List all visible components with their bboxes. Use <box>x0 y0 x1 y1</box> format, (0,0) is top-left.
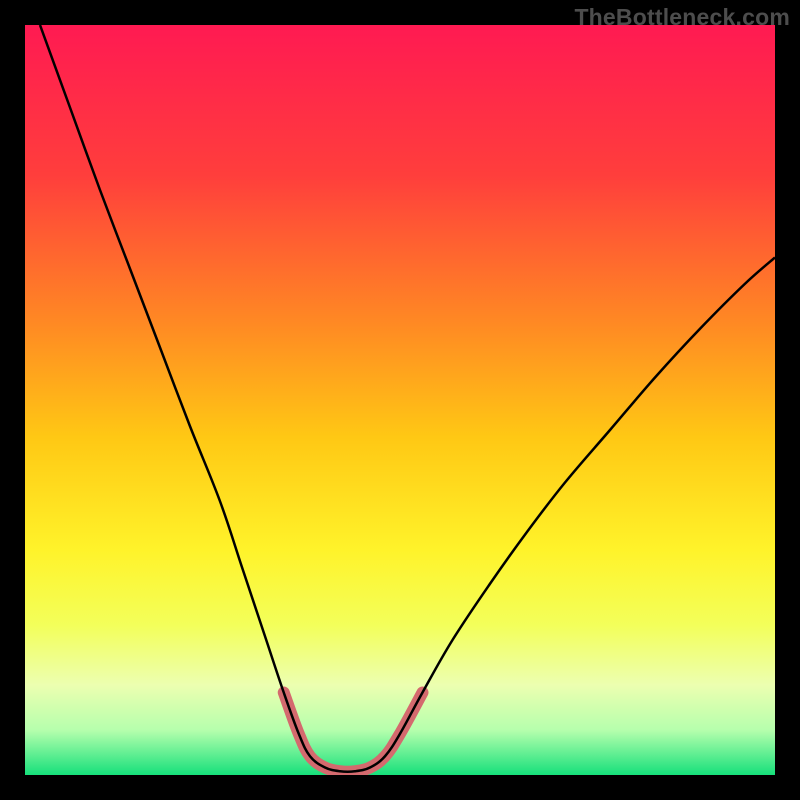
gradient-background <box>25 25 775 775</box>
plot-area <box>25 25 775 775</box>
watermark-text: TheBottleneck.com <box>574 4 790 31</box>
bottleneck-chart <box>25 25 775 775</box>
chart-frame: TheBottleneck.com <box>0 0 800 800</box>
